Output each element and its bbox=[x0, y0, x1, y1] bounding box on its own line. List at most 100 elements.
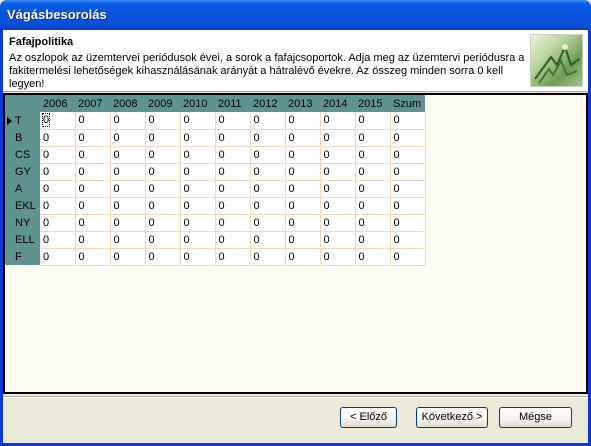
grid-cell[interactable]: 0 bbox=[320, 163, 356, 181]
column-header[interactable]: 2015 bbox=[355, 95, 390, 112]
row-header[interactable]: NY bbox=[5, 214, 40, 231]
grid-cell[interactable]: 0 bbox=[110, 129, 146, 147]
grid-cell[interactable]: 0 bbox=[145, 180, 181, 198]
grid-cell[interactable]: 0 bbox=[355, 231, 391, 249]
grid-cell[interactable]: 0 bbox=[285, 248, 321, 266]
grid-cell[interactable]: 0 bbox=[390, 129, 426, 147]
grid-cell[interactable]: 0 bbox=[390, 231, 426, 249]
grid-cell[interactable]: 0 bbox=[180, 146, 216, 164]
grid-cell[interactable]: 0 bbox=[285, 163, 321, 181]
grid-cell[interactable]: 0 bbox=[180, 180, 216, 198]
grid-cell[interactable]: 0 bbox=[110, 112, 146, 130]
grid-cell[interactable]: 0 bbox=[250, 129, 286, 147]
grid-cell[interactable]: 0 bbox=[250, 146, 286, 164]
grid-cell[interactable]: 0 bbox=[355, 248, 391, 266]
grid-cell[interactable]: 0 bbox=[75, 163, 111, 181]
next-button[interactable]: Következő > bbox=[416, 407, 488, 428]
column-header[interactable]: 2007 bbox=[75, 95, 110, 112]
grid-cell[interactable]: 0 bbox=[75, 180, 111, 198]
grid-cell[interactable]: 0 bbox=[215, 129, 251, 147]
grid-cell[interactable]: 0 bbox=[285, 129, 321, 147]
grid-cell[interactable]: 0 bbox=[390, 180, 426, 198]
grid-cell[interactable]: 0 bbox=[355, 163, 391, 181]
grid-cell[interactable]: 0 bbox=[145, 248, 181, 266]
grid-cell[interactable]: 0 bbox=[320, 146, 356, 164]
column-header[interactable]: 2010 bbox=[180, 95, 215, 112]
grid-cell[interactable]: 0 bbox=[390, 214, 426, 232]
grid-cell[interactable]: 0 bbox=[75, 214, 111, 232]
row-header[interactable]: A bbox=[5, 180, 40, 197]
grid-cell[interactable]: 0 bbox=[110, 214, 146, 232]
grid-cell[interactable]: 0 bbox=[75, 231, 111, 249]
grid-cell[interactable]: 0 bbox=[215, 112, 251, 130]
grid-cell[interactable]: 0 bbox=[250, 231, 286, 249]
row-header[interactable]: ELL bbox=[5, 231, 40, 248]
grid-cell[interactable]: 0 bbox=[320, 197, 356, 215]
grid-cell[interactable]: 0 bbox=[180, 129, 216, 147]
grid-cell[interactable]: 0 bbox=[285, 214, 321, 232]
grid-cell[interactable]: 0 bbox=[180, 163, 216, 181]
grid-cell[interactable]: 0 bbox=[390, 146, 426, 164]
grid-cell[interactable]: 0 bbox=[145, 214, 181, 232]
column-header[interactable]: 2013 bbox=[285, 95, 320, 112]
grid-cell[interactable]: 0 bbox=[390, 163, 426, 181]
grid-cell[interactable]: 0 bbox=[355, 180, 391, 198]
grid-cell[interactable]: 0 bbox=[215, 248, 251, 266]
grid-cell[interactable]: 0 bbox=[40, 248, 76, 266]
grid-cell[interactable]: 0 bbox=[250, 248, 286, 266]
grid-cell[interactable]: 0 bbox=[145, 197, 181, 215]
grid-cell[interactable]: 0 bbox=[110, 146, 146, 164]
grid-cell[interactable]: 0 bbox=[250, 197, 286, 215]
title-bar[interactable]: Vágásbesorolás bbox=[0, 0, 591, 30]
grid-cell[interactable]: 0 bbox=[40, 163, 76, 181]
grid-cell[interactable]: 0 bbox=[320, 129, 356, 147]
grid-cell[interactable]: 0 bbox=[215, 231, 251, 249]
grid-cell[interactable]: 0 bbox=[110, 163, 146, 181]
grid-cell[interactable]: 0 bbox=[180, 214, 216, 232]
grid-cell[interactable]: 0 bbox=[320, 248, 356, 266]
grid-cell[interactable]: 0 bbox=[145, 163, 181, 181]
grid-cell[interactable]: 0 bbox=[285, 146, 321, 164]
grid-cell[interactable]: 0 bbox=[215, 197, 251, 215]
grid-cell[interactable]: 0 bbox=[110, 180, 146, 198]
grid-cell[interactable]: 0 bbox=[320, 214, 356, 232]
grid-cell[interactable]: 0 bbox=[110, 231, 146, 249]
grid-cell[interactable]: 0 bbox=[250, 180, 286, 198]
cancel-button[interactable]: Mégse bbox=[499, 407, 572, 428]
grid-cell[interactable]: 0 bbox=[75, 112, 111, 130]
column-header[interactable]: 2014 bbox=[320, 95, 355, 112]
grid-cell[interactable]: 0 bbox=[355, 112, 391, 130]
column-header[interactable]: 2008 bbox=[110, 95, 145, 112]
grid-cell[interactable]: 0 bbox=[40, 112, 76, 130]
grid-cell[interactable]: 0 bbox=[250, 112, 286, 130]
row-header[interactable]: B bbox=[5, 129, 40, 146]
previous-button[interactable]: < Előző bbox=[340, 407, 397, 428]
grid-cell[interactable]: 0 bbox=[250, 163, 286, 181]
column-header[interactable]: 2011 bbox=[215, 95, 250, 112]
grid-cell[interactable]: 0 bbox=[180, 197, 216, 215]
grid-cell[interactable]: 0 bbox=[355, 129, 391, 147]
grid-cell[interactable]: 0 bbox=[145, 112, 181, 130]
grid-cell[interactable]: 0 bbox=[180, 112, 216, 130]
grid-cell[interactable]: 0 bbox=[75, 197, 111, 215]
grid-cell[interactable]: 0 bbox=[40, 180, 76, 198]
grid-cell[interactable]: 0 bbox=[180, 248, 216, 266]
grid-cell[interactable]: 0 bbox=[215, 146, 251, 164]
grid-cell[interactable]: 0 bbox=[145, 129, 181, 147]
grid-cell[interactable]: 0 bbox=[40, 231, 76, 249]
grid-cell[interactable]: 0 bbox=[180, 231, 216, 249]
column-header-sum[interactable]: Szum bbox=[390, 95, 425, 112]
grid-cell[interactable]: 0 bbox=[215, 180, 251, 198]
column-header[interactable]: 2009 bbox=[145, 95, 180, 112]
grid-cell[interactable]: 0 bbox=[145, 146, 181, 164]
grid-cell[interactable]: 0 bbox=[390, 197, 426, 215]
row-header[interactable]: GY bbox=[5, 163, 40, 180]
row-header[interactable]: EKL bbox=[5, 197, 40, 214]
row-header[interactable]: F bbox=[5, 248, 40, 265]
grid-cell[interactable]: 0 bbox=[320, 112, 356, 130]
grid-cell[interactable]: 0 bbox=[355, 197, 391, 215]
grid-cell[interactable]: 0 bbox=[285, 197, 321, 215]
grid-cell[interactable]: 0 bbox=[145, 231, 181, 249]
grid-cell[interactable]: 0 bbox=[110, 197, 146, 215]
grid-cell[interactable]: 0 bbox=[75, 146, 111, 164]
